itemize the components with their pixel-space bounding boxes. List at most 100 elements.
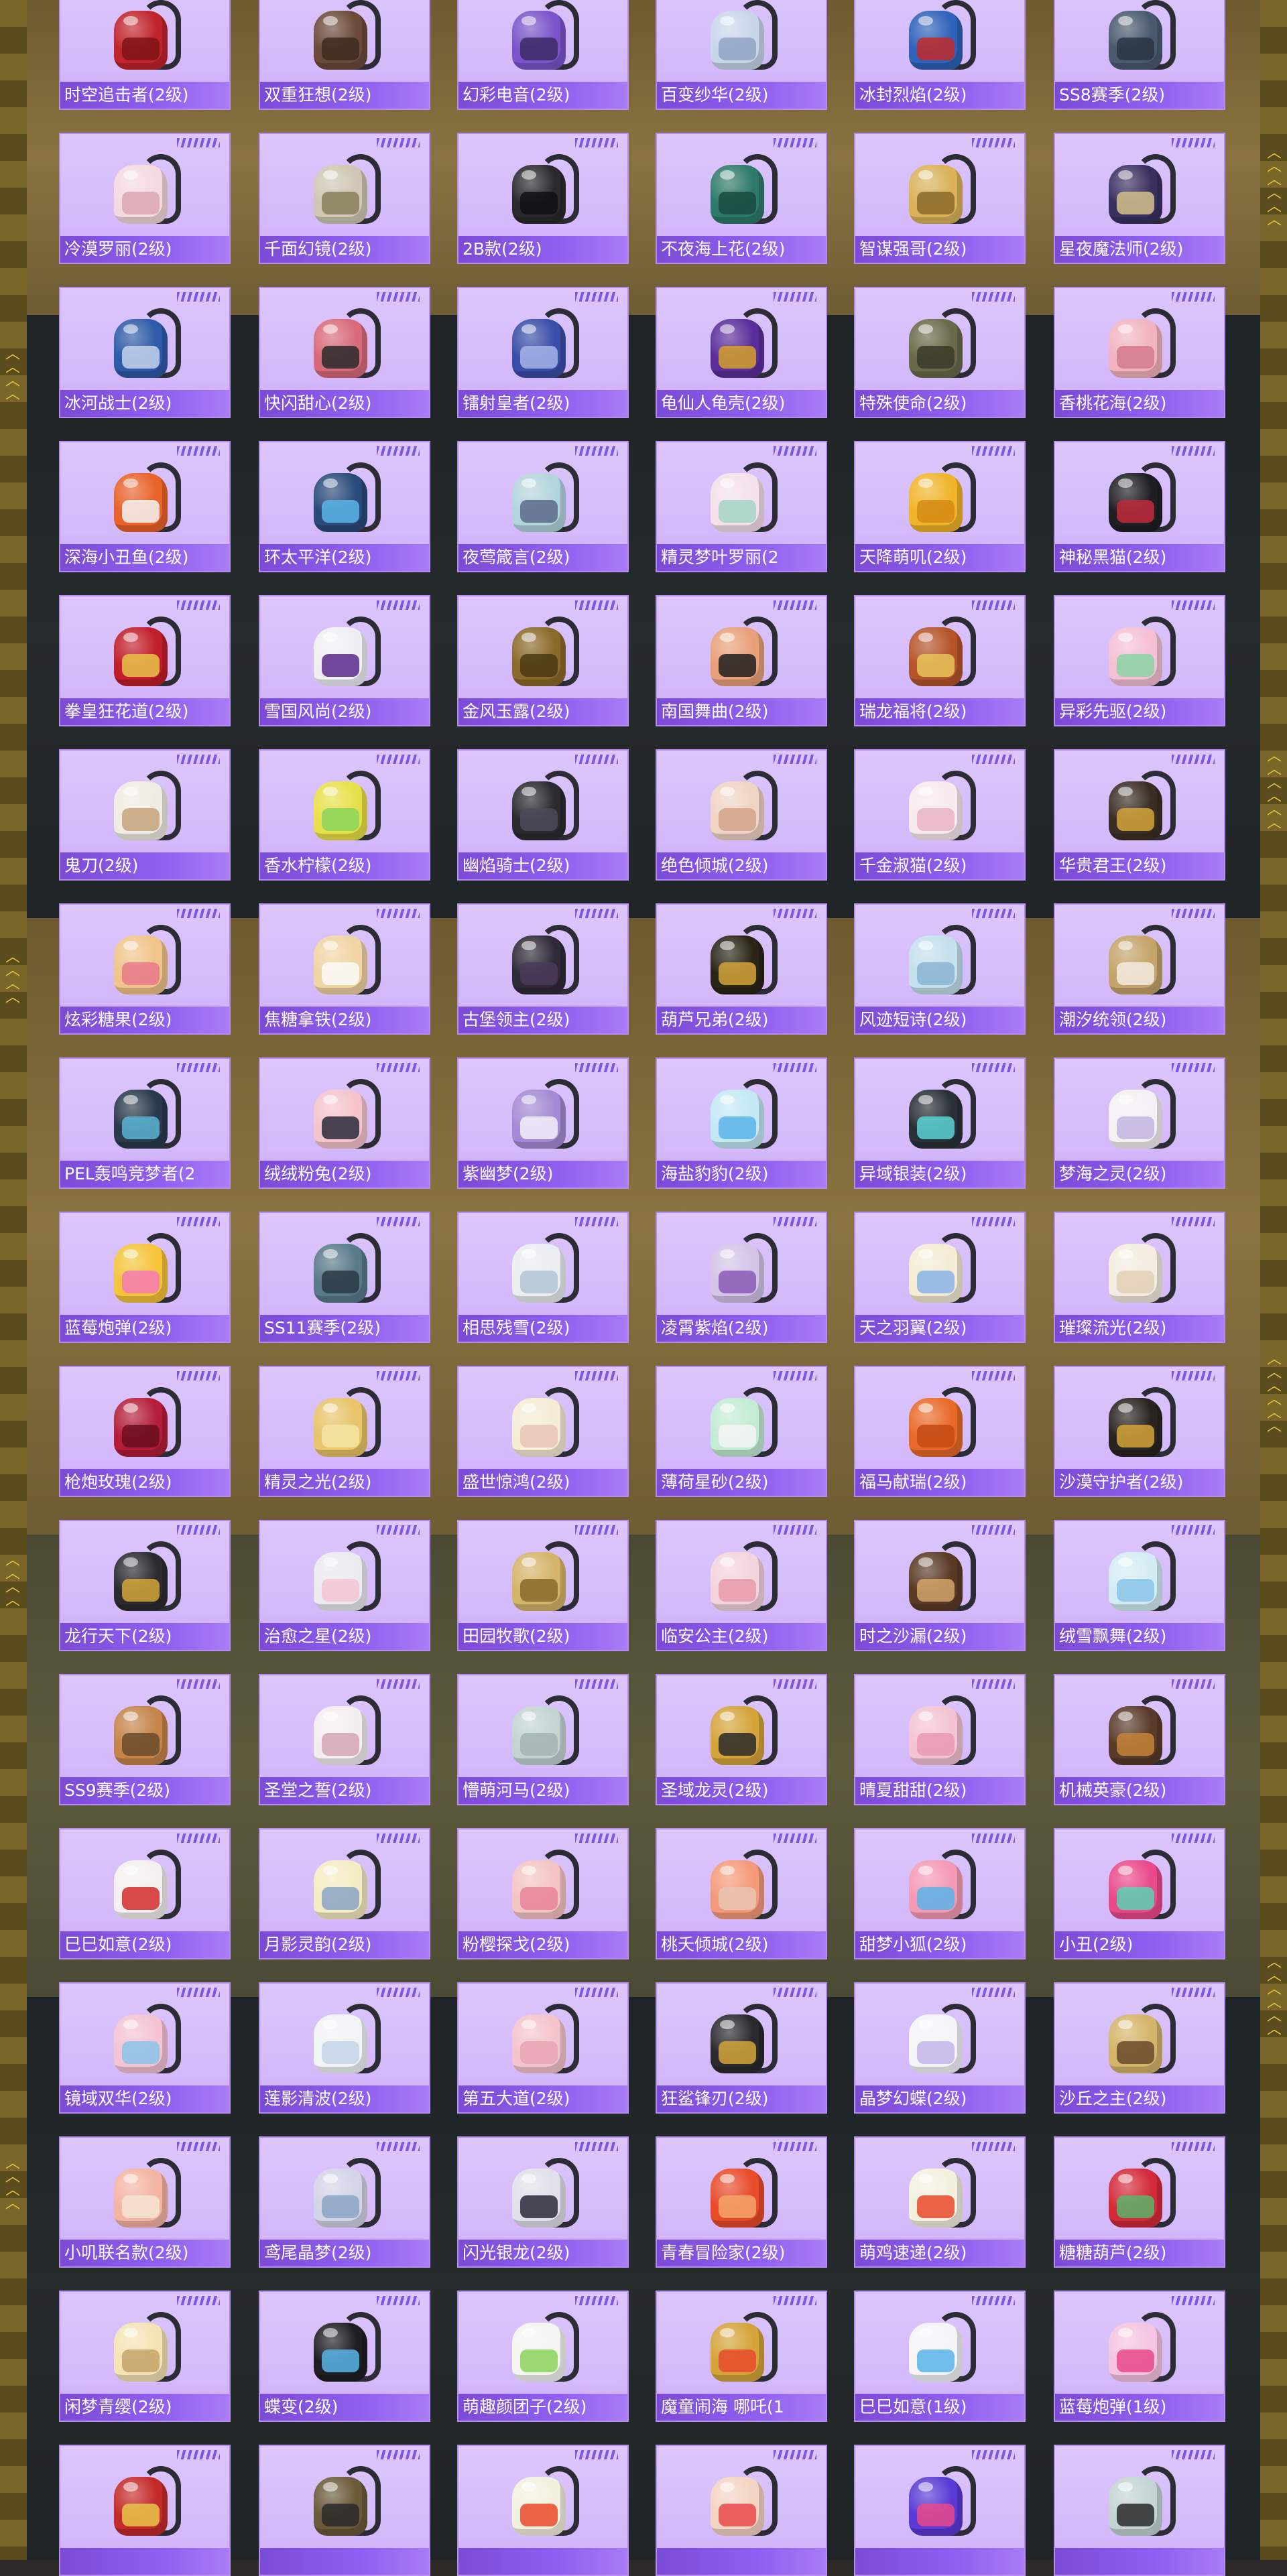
backpack-card[interactable]: 鸢尾晶梦(2级)	[259, 2136, 430, 2268]
backpack-card[interactable]: 相思残雪(2级)	[457, 1212, 629, 1343]
backpack-card[interactable]: 绒雪飘舞(2级)	[1054, 1520, 1225, 1651]
backpack-card[interactable]: 夜莺箴言(2级)	[457, 441, 629, 572]
backpack-card[interactable]: 蓝莓炮弹(2级)	[59, 1212, 231, 1343]
backpack-card[interactable]: 深海小丑鱼(2级)	[59, 441, 231, 572]
backpack-card[interactable]: 华贵君王(2级)	[1054, 749, 1225, 881]
backpack-card[interactable]: 特殊使命(2级)	[854, 287, 1026, 418]
backpack-card[interactable]: SS11赛季(2级)	[259, 1212, 430, 1343]
backpack-card[interactable]: 智谋强哥(2级)	[854, 133, 1026, 264]
backpack-card[interactable]: 天之羽翼(2级)	[854, 1212, 1026, 1343]
backpack-card[interactable]: 梦海之灵(2级)	[1054, 1057, 1225, 1189]
backpack-card[interactable]: 天降萌叽(2级)	[854, 441, 1026, 572]
backpack-card[interactable]: 青春冒险家(2级)	[656, 2136, 827, 2268]
backpack-card[interactable]	[259, 2445, 430, 2576]
backpack-card[interactable]: 南国舞曲(2级)	[656, 595, 827, 726]
backpack-card[interactable]: 圣堂之誓(2级)	[259, 1674, 430, 1805]
backpack-card[interactable]: 绝色倾城(2级)	[656, 749, 827, 881]
backpack-card[interactable]: 不夜海上花(2级)	[656, 133, 827, 264]
backpack-card[interactable]: 圣域龙灵(2级)	[656, 1674, 827, 1805]
backpack-card[interactable]: 月影灵韵(2级)	[259, 1828, 430, 1959]
backpack-card[interactable]: 环太平洋(2级)	[259, 441, 430, 572]
backpack-card[interactable]: 雪国风尚(2级)	[259, 595, 430, 726]
backpack-card[interactable]: 晴夏甜甜(2级)	[854, 1674, 1026, 1805]
backpack-card[interactable]: 薄荷星砂(2级)	[656, 1366, 827, 1497]
backpack-card[interactable]: 时空追击者(2级)	[59, 0, 231, 110]
backpack-card[interactable]: 冰封烈焰(2级)	[854, 0, 1026, 110]
backpack-card[interactable]: 风迹短诗(2级)	[854, 903, 1026, 1035]
backpack-card[interactable]: 瑞龙福将(2级)	[854, 595, 1026, 726]
backpack-card[interactable]: 拳皇狂花道(2级)	[59, 595, 231, 726]
backpack-card[interactable]: 狂鲨锋刃(2级)	[656, 1982, 827, 2114]
backpack-card[interactable]: 焦糖拿铁(2级)	[259, 903, 430, 1035]
backpack-card[interactable]: 海盐豹豹(2级)	[656, 1057, 827, 1189]
backpack-card[interactable]: 晶梦幻蝶(2级)	[854, 1982, 1026, 2114]
backpack-card[interactable]: 香水柠檬(2级)	[259, 749, 430, 881]
backpack-card[interactable]: 闲梦青缨(2级)	[59, 2291, 231, 2422]
backpack-card[interactable]: 镜域双华(2级)	[59, 1982, 231, 2114]
backpack-card[interactable]: 潮汐统领(2级)	[1054, 903, 1225, 1035]
backpack-card[interactable]: 萌鸡速递(2级)	[854, 2136, 1026, 2268]
backpack-card[interactable]: 千金淑猫(2级)	[854, 749, 1026, 881]
backpack-card[interactable]: 异彩先驱(2级)	[1054, 595, 1225, 726]
backpack-card[interactable]: 第五大道(2级)	[457, 1982, 629, 2114]
backpack-card[interactable]: 临安公主(2级)	[656, 1520, 827, 1651]
backpack-card[interactable]: 冷漠罗丽(2级)	[59, 133, 231, 264]
backpack-card[interactable]	[457, 2445, 629, 2576]
backpack-card[interactable]: 田园牧歌(2级)	[457, 1520, 629, 1651]
backpack-card[interactable]: 时之沙漏(2级)	[854, 1520, 1026, 1651]
backpack-card[interactable]	[656, 2445, 827, 2576]
backpack-card[interactable]: 双重狂想(2级)	[259, 0, 430, 110]
backpack-card[interactable]	[854, 2445, 1026, 2576]
backpack-card[interactable]: 治愈之星(2级)	[259, 1520, 430, 1651]
backpack-card[interactable]: 懵萌河马(2级)	[457, 1674, 629, 1805]
backpack-card[interactable]: 魔童闹海 哪吒(1	[656, 2291, 827, 2422]
backpack-card[interactable]: 巳巳如意(2级)	[59, 1828, 231, 1959]
backpack-card[interactable]: 粉樱探戈(2级)	[457, 1828, 629, 1959]
backpack-card[interactable]: 葫芦兄弟(2级)	[656, 903, 827, 1035]
backpack-card[interactable]: SS9赛季(2级)	[59, 1674, 231, 1805]
backpack-card[interactable]: 蓝莓炮弹(1级)	[1054, 2291, 1225, 2422]
backpack-card[interactable]: 璀璨流光(2级)	[1054, 1212, 1225, 1343]
backpack-card[interactable]: 福马献瑞(2级)	[854, 1366, 1026, 1497]
backpack-card[interactable]: 枪炮玫瑰(2级)	[59, 1366, 231, 1497]
backpack-card[interactable]: 金风玉露(2级)	[457, 595, 629, 726]
backpack-card[interactable]: 小丑(2级)	[1054, 1828, 1225, 1959]
backpack-card[interactable]: 机械英豪(2级)	[1054, 1674, 1225, 1805]
backpack-card[interactable]: 千面幻镜(2级)	[259, 133, 430, 264]
backpack-card[interactable]: 龟仙人龟壳(2级)	[656, 287, 827, 418]
backpack-card[interactable]: 精灵梦叶罗丽(2	[656, 441, 827, 572]
backpack-card[interactable]: 异域银装(2级)	[854, 1057, 1026, 1189]
backpack-card[interactable]: 幻彩电音(2级)	[457, 0, 629, 110]
backpack-card[interactable]: 幽焰骑士(2级)	[457, 749, 629, 881]
backpack-card[interactable]: 炫彩糖果(2级)	[59, 903, 231, 1035]
backpack-card[interactable]: 镭射皇者(2级)	[457, 287, 629, 418]
backpack-card[interactable]: SS8赛季(2级)	[1054, 0, 1225, 110]
backpack-card[interactable]: 沙漠守护者(2级)	[1054, 1366, 1225, 1497]
backpack-card[interactable]: 甜梦小狐(2级)	[854, 1828, 1026, 1959]
backpack-card[interactable]: 鬼刀(2级)	[59, 749, 231, 881]
backpack-card[interactable]: 古堡领主(2级)	[457, 903, 629, 1035]
backpack-card[interactable]: 快闪甜心(2级)	[259, 287, 430, 418]
backpack-card[interactable]: 桃夭倾城(2级)	[656, 1828, 827, 1959]
backpack-card[interactable]: 蝶变(2级)	[259, 2291, 430, 2422]
backpack-card[interactable]: 凌霄紫焰(2级)	[656, 1212, 827, 1343]
backpack-card[interactable]: 小叽联名款(2级)	[59, 2136, 231, 2268]
backpack-card[interactable]: PEL轰鸣竞梦者(2	[59, 1057, 231, 1189]
backpack-card[interactable]: 2B款(2级)	[457, 133, 629, 264]
backpack-card[interactable]: 神秘黑猫(2级)	[1054, 441, 1225, 572]
backpack-card[interactable]: 沙丘之主(2级)	[1054, 1982, 1225, 2114]
backpack-card[interactable]: 萌趣颜团子(2级)	[457, 2291, 629, 2422]
backpack-card[interactable]: 百变纱华(2级)	[656, 0, 827, 110]
backpack-card[interactable]: 巳巳如意(1级)	[854, 2291, 1026, 2422]
backpack-card[interactable]	[1054, 2445, 1225, 2576]
backpack-card[interactable]: 星夜魔法师(2级)	[1054, 133, 1225, 264]
backpack-card[interactable]: 糖糖葫芦(2级)	[1054, 2136, 1225, 2268]
backpack-card[interactable]: 莲影清波(2级)	[259, 1982, 430, 2114]
backpack-card[interactable]: 绒绒粉兔(2级)	[259, 1057, 430, 1189]
backpack-card[interactable]: 盛世惊鸿(2级)	[457, 1366, 629, 1497]
backpack-card[interactable]: 精灵之光(2级)	[259, 1366, 430, 1497]
backpack-card[interactable]: 闪光银龙(2级)	[457, 2136, 629, 2268]
backpack-card[interactable]: 紫幽梦(2级)	[457, 1057, 629, 1189]
backpack-card[interactable]: 冰河战士(2级)	[59, 287, 231, 418]
backpack-card[interactable]: 香桃花海(2级)	[1054, 287, 1225, 418]
